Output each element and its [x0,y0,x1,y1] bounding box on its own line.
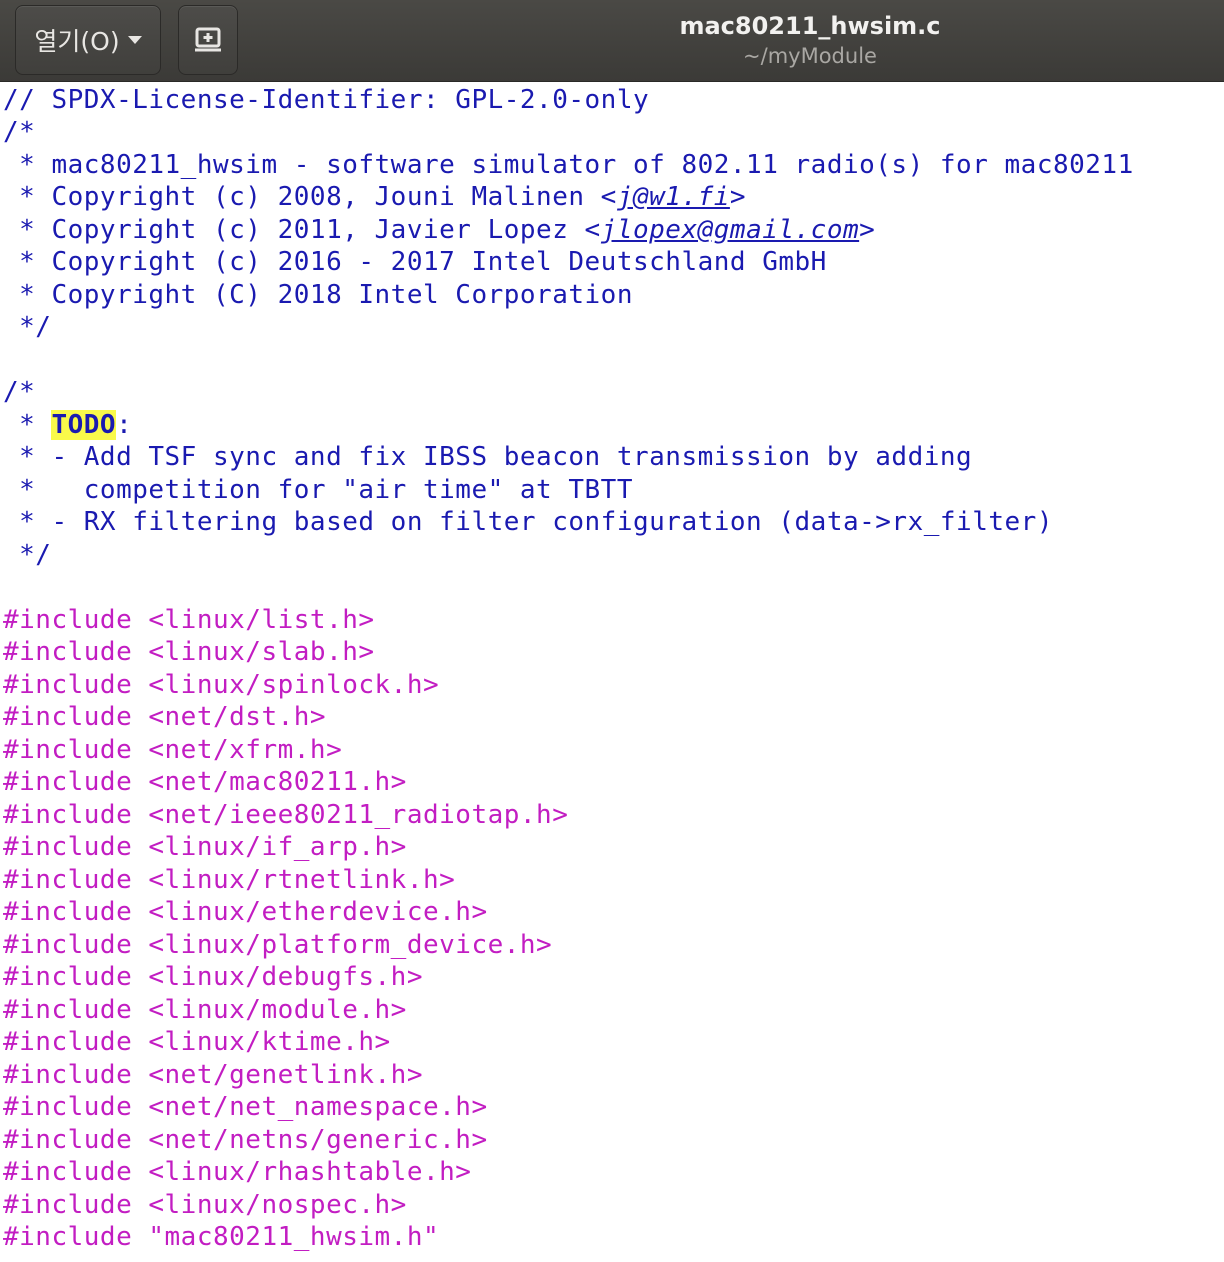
include-line: #include <net/mac80211.h> [3,767,407,797]
new-document-icon [195,27,221,52]
code-line: */ [3,312,52,342]
include-line: #include <linux/debugfs.h> [3,962,423,992]
code-line: /* [3,377,36,407]
new-document-button[interactable] [178,5,238,75]
code-line: * Copyright (c) 2016 - 2017 Intel Deutsc… [3,247,827,277]
include-line: #include <net/netns/generic.h> [3,1125,488,1155]
include-line: #include <linux/spinlock.h> [3,670,440,700]
chevron-down-icon [127,36,142,44]
include-line: #include <linux/slab.h> [3,637,375,667]
code-line: * - RX filtering based on filter configu… [3,507,1053,537]
code-text: * [3,410,52,440]
todo-highlight: TODO [51,410,117,440]
include-line: #include <net/dst.h> [3,702,327,732]
code-text: > [859,215,876,245]
code-line: */ [3,540,52,570]
code-line: * competition for "air time" at TBTT [3,475,633,505]
code-line: * Copyright (c) 2008, Jouni Malinen <j@w… [3,181,746,213]
include-line: #include <linux/nospec.h> [3,1190,407,1220]
open-button-label: 열기(O) [34,27,120,56]
code-line: // SPDX-License-Identifier: GPL-2.0-only [3,85,650,115]
include-line: #include <linux/platform_device.h> [3,930,553,960]
code-line: * mac80211_hwsim - software simulator of… [3,150,1134,180]
include-line: #include <linux/etherdevice.h> [3,897,488,927]
code-line: /* [3,117,36,147]
include-line: #include <linux/if_arp.h> [3,832,407,862]
include-line: #include <net/net_namespace.h> [3,1092,488,1122]
include-line: #include <linux/rhashtable.h> [3,1157,472,1187]
code-text: > [729,182,747,212]
include-line: #include <linux/module.h> [3,995,407,1025]
include-line: #include <linux/ktime.h> [3,1027,391,1057]
open-button[interactable]: 열기(O) [15,5,161,75]
email-link[interactable]: j@w1.fi [617,182,730,212]
code-text: * Copyright (c) 2008, Jouni Malinen < [3,182,617,212]
code-line: * TODO: [3,409,132,441]
code-text: : [116,410,133,440]
code-line: * Copyright (C) 2018 Intel Corporation [3,280,633,310]
window-title: mac80211_hwsim.c [679,12,941,40]
code-line: * - Add TSF sync and fix IBSS beacon tra… [3,442,973,472]
header-bar: 열기(O) mac80211_hwsim.c ~/myModule [0,0,1224,82]
text-editor[interactable]: // SPDX-License-Identifier: GPL-2.0-only… [0,82,1224,1262]
include-line: #include <linux/list.h> [3,605,375,635]
code-text: * Copyright (c) 2011, Javier Lopez < [3,215,601,245]
include-line: #include <net/ieee80211_radiotap.h> [3,800,569,830]
include-line: #include <net/xfrm.h> [3,735,343,765]
window-title-area: mac80211_hwsim.c ~/myModule [560,10,1060,70]
email-link[interactable]: jlopex@gmail.com [601,215,859,245]
include-line: #include <linux/rtnetlink.h> [3,865,456,895]
window-subtitle-path: ~/myModule [743,44,877,68]
include-line: #include "mac80211_hwsim.h" [3,1222,440,1252]
include-line: #include <net/genetlink.h> [3,1060,423,1090]
code-line: * Copyright (c) 2011, Javier Lopez <jlop… [3,214,875,246]
